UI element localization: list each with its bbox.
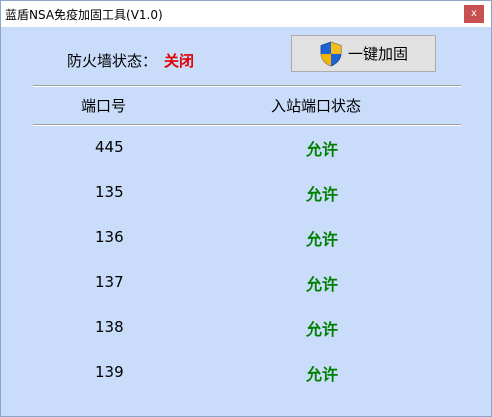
firewall-status-value: 关闭 — [164, 52, 195, 70]
port-row: 135 允许 — [1, 171, 491, 216]
header-top-divider — [33, 85, 461, 87]
port-status: 允许 — [306, 275, 339, 294]
port-row: 137 允许 — [1, 261, 491, 306]
column-header-inbound-status: 入站端口状态 — [271, 97, 362, 115]
column-header-port: 端口号 — [81, 97, 127, 115]
port-list: 445 允许 135 允许 136 允许 137 允许 138 允许 139 允… — [1, 126, 491, 396]
port-status: 允许 — [306, 320, 339, 339]
port-status: 允许 — [306, 230, 339, 249]
one-click-harden-button[interactable]: 一键加固 — [291, 35, 436, 72]
port-number: 135 — [95, 183, 124, 201]
port-number: 137 — [95, 273, 124, 291]
port-row: 139 允许 — [1, 351, 491, 396]
port-status: 允许 — [306, 365, 339, 384]
port-row: 138 允许 — [1, 306, 491, 351]
port-status: 允许 — [306, 140, 339, 159]
harden-button-label: 一键加固 — [347, 45, 408, 63]
close-button[interactable]: x — [464, 5, 484, 23]
port-number: 139 — [95, 363, 124, 381]
port-number: 445 — [95, 138, 124, 156]
port-number: 138 — [95, 318, 124, 336]
port-row: 136 允许 — [1, 216, 491, 261]
port-row: 445 允许 — [1, 126, 491, 171]
uac-shield-icon — [320, 41, 342, 66]
window-title: 蓝盾NSA免疫加固工具(V1.0) — [5, 8, 163, 22]
port-status: 允许 — [306, 185, 339, 204]
firewall-status-label: 防火墙状态： — [67, 52, 158, 70]
title-bar[interactable]: 蓝盾NSA免疫加固工具(V1.0) x — [1, 1, 491, 27]
port-number: 136 — [95, 228, 124, 246]
app-window: 蓝盾NSA免疫加固工具(V1.0) x 防火墙状态： 关闭 一键加固 端口号 入… — [0, 0, 492, 417]
